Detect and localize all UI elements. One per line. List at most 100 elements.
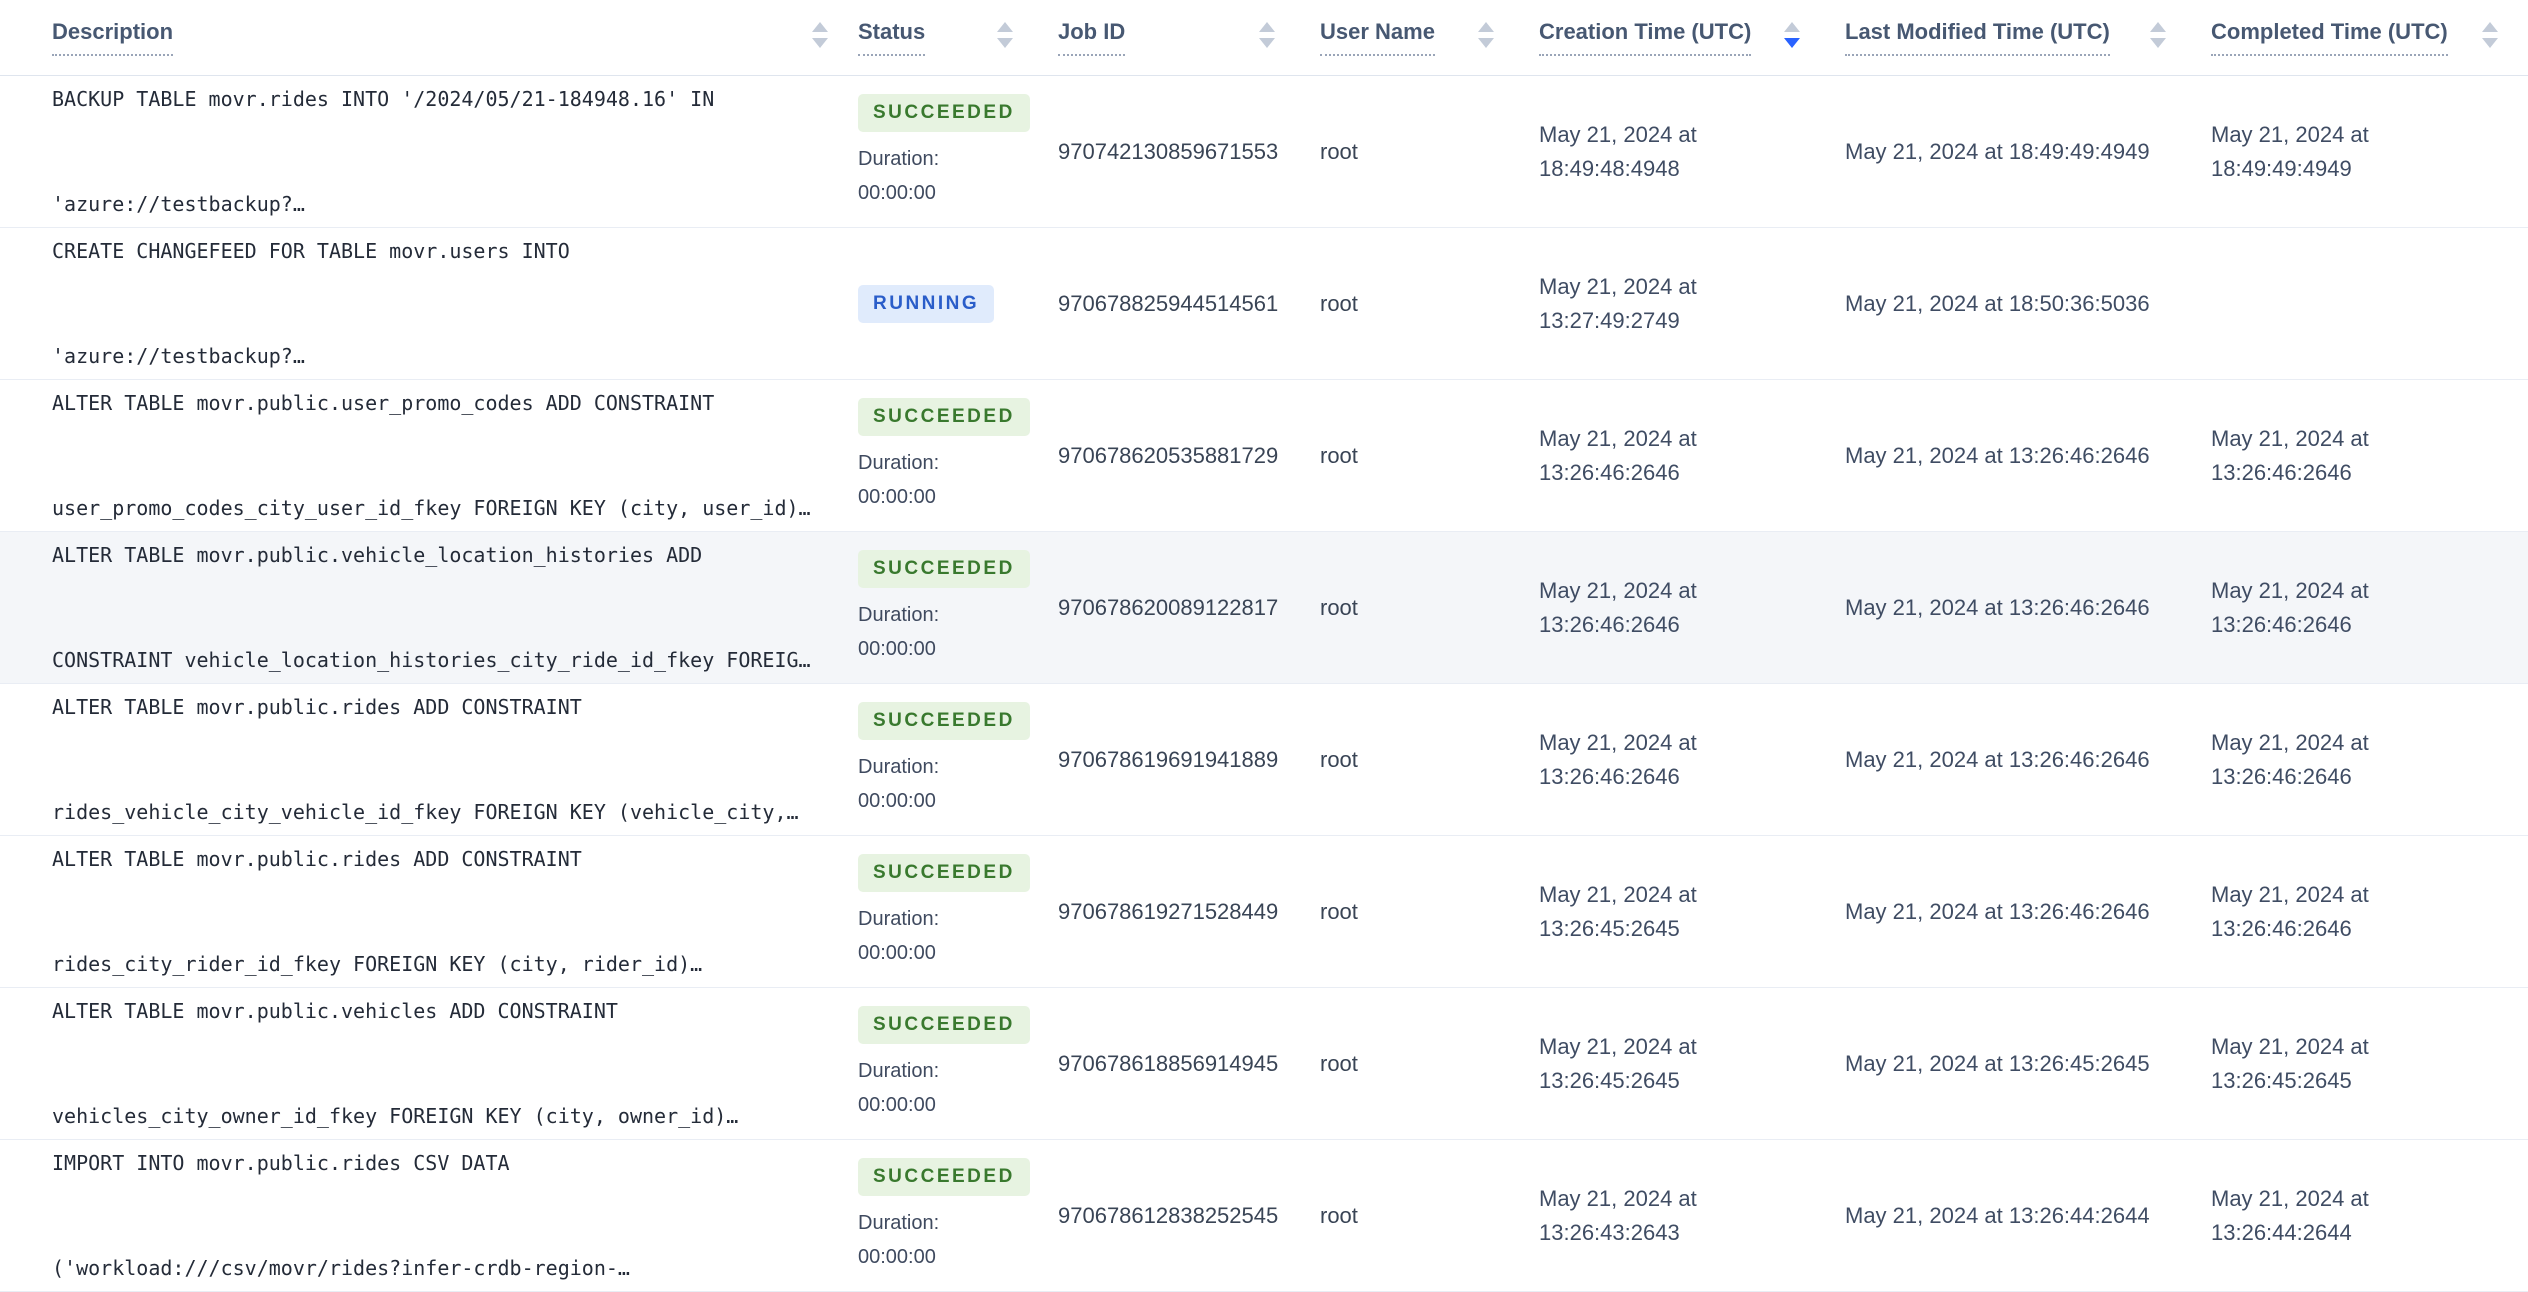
job-description-cell[interactable]: ALTER TABLE movr.public.vehicle_location…	[0, 532, 858, 683]
user-name-value: root	[1320, 290, 1358, 316]
creation-time-line2: 13:27:49:2749	[1539, 307, 1680, 333]
duration-value: 00:00:00	[858, 637, 936, 660]
column-label: User Name	[1320, 19, 1435, 56]
column-header-completed-time[interactable]: Completed Time (UTC)	[2211, 0, 2528, 75]
status-cell: RUNNING	[858, 228, 1058, 379]
column-header-user-name[interactable]: User Name	[1320, 0, 1539, 75]
user-name-value: root	[1320, 1202, 1358, 1228]
job-description-line2: rides_city_rider_id_fkey FOREIGN KEY (ci…	[52, 951, 703, 976]
job-description-line2: 'azure://testbackup?…	[52, 191, 305, 216]
job-description-line1: ALTER TABLE movr.public.vehicles ADD CON…	[52, 998, 618, 1023]
creation-time-cell: May 21, 2024 at 13:26:46:2646	[1539, 684, 1845, 835]
status-badge: SUCCEEDED	[858, 397, 1030, 436]
sort-icon	[2150, 21, 2166, 48]
status-badge: SUCCEEDED	[858, 1157, 1030, 1196]
creation-time-cell: May 21, 2024 at 18:49:48:4948	[1539, 76, 1845, 227]
user-name-cell: root	[1320, 988, 1539, 1139]
completed-time-cell: May 21, 2024 at 13:26:46:2646	[2211, 684, 2528, 835]
job-description-cell[interactable]: ALTER TABLE movr.public.rides ADD CONSTR…	[0, 836, 858, 987]
job-id-cell: 970678619691941889	[1058, 684, 1320, 835]
status-cell: SUCCEEDED Duration: 00:00:00	[858, 1140, 1058, 1291]
last-modified-time-cell: May 21, 2024 at 13:26:45:2645	[1845, 988, 2211, 1139]
creation-time-line2: 13:26:46:2646	[1539, 459, 1680, 485]
job-id-value: 970678825944514561	[1058, 290, 1279, 316]
job-id-cell: 970678619271528449	[1058, 836, 1320, 987]
sort-icon	[997, 21, 1013, 48]
completed-time-line1: May 21, 2024 at	[2211, 729, 2369, 755]
last-modified-time-value: May 21, 2024 at 13:26:45:2645	[1845, 1050, 2150, 1076]
table-row[interactable]: IMPORT INTO movr.public.rides CSV DATA (…	[0, 1140, 2528, 1292]
creation-time-cell: May 21, 2024 at 13:26:45:2645	[1539, 836, 1845, 987]
column-label: Status	[858, 19, 926, 56]
job-description-line2: CONSTRAINT vehicle_location_histories_ci…	[52, 647, 811, 672]
last-modified-time-value: May 21, 2024 at 18:50:36:5036	[1845, 290, 2150, 316]
job-description-cell[interactable]: ALTER TABLE movr.public.rides ADD CONSTR…	[0, 684, 858, 835]
creation-time-line2: 18:49:48:4948	[1539, 155, 1680, 181]
duration-value: 00:00:00	[858, 485, 936, 508]
column-header-description[interactable]: Description	[0, 0, 858, 75]
job-description-cell[interactable]: IMPORT INTO movr.public.rides CSV DATA (…	[0, 1140, 858, 1291]
table-row[interactable]: ALTER TABLE movr.public.vehicle_location…	[0, 532, 2528, 684]
completed-time-cell: May 21, 2024 at 13:26:46:2646	[2211, 836, 2528, 987]
completed-time-line1: May 21, 2024 at	[2211, 121, 2369, 147]
creation-time-cell: May 21, 2024 at 13:27:49:2749	[1539, 228, 1845, 379]
duration-label: Duration:	[858, 1059, 940, 1082]
last-modified-time-cell: May 21, 2024 at 13:26:46:2646	[1845, 380, 2211, 531]
duration-value: 00:00:00	[858, 1093, 936, 1116]
job-id-cell: 970678618856914945	[1058, 988, 1320, 1139]
completed-time-line2: 13:26:46:2646	[2211, 459, 2352, 485]
table-row[interactable]: ALTER TABLE movr.public.vehicles ADD CON…	[0, 988, 2528, 1140]
creation-time-line1: May 21, 2024 at	[1539, 1185, 1697, 1211]
duration-label: Duration:	[858, 1211, 940, 1234]
duration-value: 00:00:00	[858, 1245, 936, 1268]
last-modified-time-value: May 21, 2024 at 18:49:49:4949	[1845, 138, 2150, 164]
column-header-last-modified-time[interactable]: Last Modified Time (UTC)	[1845, 0, 2211, 75]
completed-time-line1: May 21, 2024 at	[2211, 1185, 2369, 1211]
column-header-job-id[interactable]: Job ID	[1058, 0, 1320, 75]
duration-label: Duration:	[858, 603, 940, 626]
job-description-line1: ALTER TABLE movr.public.rides ADD CONSTR…	[52, 694, 582, 719]
status-badge: SUCCEEDED	[858, 853, 1030, 892]
column-header-status[interactable]: Status	[858, 0, 1058, 75]
duration-label: Duration:	[858, 907, 940, 930]
table-row[interactable]: ALTER TABLE movr.public.rides ADD CONSTR…	[0, 836, 2528, 988]
completed-time-cell	[2211, 228, 2528, 379]
duration-label: Duration:	[858, 451, 940, 474]
duration-label: Duration:	[858, 755, 940, 778]
status-badge: SUCCEEDED	[858, 1005, 1030, 1044]
job-description-line2: ('workload:///csv/movr/rides?infer-crdb-…	[52, 1255, 630, 1280]
completed-time-line2: 13:26:44:2644	[2211, 1219, 2352, 1245]
job-description-line1: ALTER TABLE movr.public.user_promo_codes…	[52, 390, 715, 415]
table-row[interactable]: ALTER TABLE movr.public.rides ADD CONSTR…	[0, 684, 2528, 836]
completed-time-line1: May 21, 2024 at	[2211, 1033, 2369, 1059]
job-description-cell[interactable]: BACKUP TABLE movr.rides INTO '/2024/05/2…	[0, 76, 858, 227]
creation-time-line1: May 21, 2024 at	[1539, 425, 1697, 451]
job-id-cell: 970678825944514561	[1058, 228, 1320, 379]
job-description-cell[interactable]: CREATE CHANGEFEED FOR TABLE movr.users I…	[0, 228, 858, 379]
last-modified-time-value: May 21, 2024 at 13:26:46:2646	[1845, 746, 2150, 772]
completed-time-line2: 18:49:49:4949	[2211, 155, 2352, 181]
table-row[interactable]: CREATE CHANGEFEED FOR TABLE movr.users I…	[0, 228, 2528, 380]
column-header-creation-time[interactable]: Creation Time (UTC)	[1539, 0, 1845, 75]
completed-time-line2: 13:26:46:2646	[2211, 763, 2352, 789]
completed-time-line2: 13:26:46:2646	[2211, 611, 2352, 637]
completed-time-line2: 13:26:46:2646	[2211, 915, 2352, 941]
user-name-value: root	[1320, 898, 1358, 924]
user-name-value: root	[1320, 442, 1358, 468]
creation-time-line1: May 21, 2024 at	[1539, 577, 1697, 603]
table-row[interactable]: ALTER TABLE movr.public.user_promo_codes…	[0, 380, 2528, 532]
job-description-line1: IMPORT INTO movr.public.rides CSV DATA	[52, 1150, 510, 1175]
status-badge: SUCCEEDED	[858, 701, 1030, 740]
job-description-cell[interactable]: ALTER TABLE movr.public.vehicles ADD CON…	[0, 988, 858, 1139]
column-label: Job ID	[1058, 19, 1126, 56]
user-name-value: root	[1320, 138, 1358, 164]
job-description-cell[interactable]: ALTER TABLE movr.public.user_promo_codes…	[0, 380, 858, 531]
creation-time-line1: May 21, 2024 at	[1539, 881, 1697, 907]
table-row[interactable]: BACKUP TABLE movr.rides INTO '/2024/05/2…	[0, 76, 2528, 228]
last-modified-time-cell: May 21, 2024 at 13:26:46:2646	[1845, 532, 2211, 683]
last-modified-time-value: May 21, 2024 at 13:26:44:2644	[1845, 1202, 2150, 1228]
user-name-value: root	[1320, 746, 1358, 772]
last-modified-time-cell: May 21, 2024 at 13:26:44:2644	[1845, 1140, 2211, 1291]
user-name-value: root	[1320, 1050, 1358, 1076]
job-id-cell: 970678620089122817	[1058, 532, 1320, 683]
